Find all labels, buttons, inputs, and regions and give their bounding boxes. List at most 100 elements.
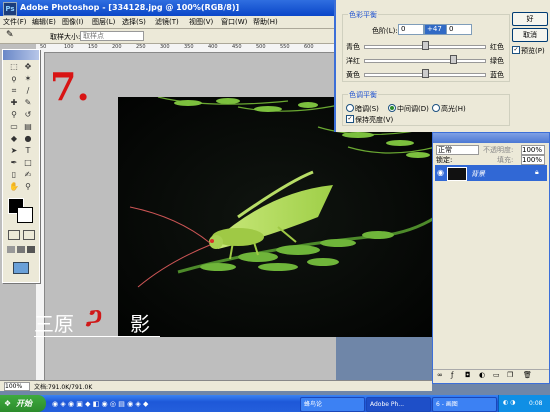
lock-label: 锁定:: [436, 156, 453, 164]
system-tray: ◐ ◑ 0:08: [498, 395, 550, 412]
background-color-swatch[interactable]: [17, 207, 33, 223]
tone-highlights-radio[interactable]: [432, 104, 440, 112]
visibility-eye-icon[interactable]: ◉: [437, 168, 444, 177]
tone-highlights-label: 高光(H): [441, 105, 466, 113]
opacity-label: 不透明度:: [483, 146, 514, 154]
marquee-tool-icon[interactable]: ⬚: [9, 62, 19, 72]
slice-tool-icon[interactable]: ∕: [23, 86, 33, 96]
watermark-text-left: 三原: [34, 312, 74, 336]
ok-button[interactable]: 好: [512, 12, 548, 26]
start-button[interactable]: ❖ 开始: [0, 395, 46, 412]
quicklaunch-icons[interactable]: ◉ ◈ ◉ ▣ ◆ ◧ ◉ ◎ ▤ ◉ ◈ ◆: [52, 400, 148, 408]
fill-input[interactable]: 100%: [521, 155, 545, 165]
pen-tool-icon[interactable]: ✒: [9, 158, 19, 168]
dodge-tool-icon[interactable]: ●: [23, 134, 33, 144]
preserve-luminosity-checkbox[interactable]: ✓: [346, 115, 354, 123]
jump-to-imageready-icon[interactable]: [13, 262, 29, 274]
crop-tool-icon[interactable]: ⌗: [9, 86, 19, 96]
new-layer-icon[interactable]: ❐: [507, 371, 513, 379]
standard-mode-icon[interactable]: [8, 230, 20, 240]
color-balance-dialog: 色彩平衡 色阶(L): 0 +47 0 青色 红色 洋红 绿色 黄色 蓝色 色调…: [334, 0, 550, 132]
level-cyan-red-input[interactable]: 0: [398, 24, 424, 35]
cancel-button[interactable]: 取消: [512, 28, 548, 42]
photoshop-app-icon: Ps: [3, 2, 17, 16]
sample-size-select[interactable]: 取样点: [80, 31, 144, 41]
lasso-tool-icon[interactable]: ϙ: [9, 74, 19, 84]
levels-label: 色阶(L):: [372, 27, 398, 35]
tone-shadows-radio[interactable]: [346, 104, 354, 112]
zoom-level[interactable]: 100%: [4, 382, 30, 391]
watermark-logo: 三原 ጋ 影: [34, 302, 164, 337]
preview-label: 预览(P): [521, 47, 545, 55]
tray-icons[interactable]: ◐ ◑: [503, 399, 515, 406]
slider-red-label: 红色: [490, 43, 504, 51]
yellow-blue-slider-thumb[interactable]: [422, 69, 429, 78]
zoom-tool-icon[interactable]: ⚲: [23, 182, 33, 192]
ruler-tick: 250: [136, 44, 146, 50]
clone-stamp-icon[interactable]: ⚲: [9, 110, 19, 120]
layers-panel: 正常 不透明度: 100% 锁定: 填充: 100% ◉ 背景 🔒︎ ∞ ƒ ◘…: [432, 132, 550, 384]
screen-mode-full-icon[interactable]: [27, 246, 35, 253]
shape-tool-icon[interactable]: □: [23, 158, 33, 168]
preview-checkbox[interactable]: ✓: [512, 46, 520, 54]
task-paint[interactable]: 6 - 画图: [432, 397, 497, 412]
blend-mode-select[interactable]: 正常: [436, 145, 479, 155]
layers-panel-tabs[interactable]: [433, 133, 549, 143]
link-layers-icon[interactable]: ∞: [437, 371, 443, 379]
eyedropper-tool-icon[interactable]: ✍: [23, 170, 33, 180]
slider-magenta-label: 洋红: [346, 57, 360, 65]
magenta-green-slider-thumb[interactable]: [450, 55, 457, 64]
menu-layer[interactable]: 图层(L): [92, 17, 115, 27]
eyedropper-icon[interactable]: ✎: [6, 30, 14, 40]
menu-image[interactable]: 图像(I): [62, 17, 84, 27]
move-tool-icon[interactable]: ✥: [23, 62, 33, 72]
watermark-text-right: 影: [130, 312, 150, 336]
trash-icon[interactable]: 🗑︎: [523, 371, 532, 379]
ruler-tick: 500: [256, 44, 266, 50]
opacity-input[interactable]: 100%: [521, 145, 545, 155]
tone-midtones-radio[interactable]: [388, 104, 396, 112]
menu-bar: 文件(F) 编辑(E) 图像(I) 图层(L) 选择(S) 滤镜(T) 视图(V…: [0, 16, 336, 29]
adjustment-layer-icon[interactable]: ◐: [479, 371, 485, 379]
cyan-red-slider-thumb[interactable]: [422, 41, 429, 50]
task-fengniao[interactable]: 蜂鸟论: [300, 397, 365, 412]
menu-select[interactable]: 选择(S): [122, 17, 146, 27]
quick-mask-mode-icon[interactable]: [23, 230, 35, 240]
level-yellow-blue-input[interactable]: 0: [446, 24, 472, 35]
eraser-tool-icon[interactable]: ▭: [9, 122, 19, 132]
layer-row-background[interactable]: ◉ 背景 🔒︎: [435, 165, 547, 181]
menu-view[interactable]: 视图(V): [189, 17, 213, 27]
toolbox-header[interactable]: [3, 50, 39, 60]
slider-cyan-label: 青色: [346, 43, 360, 51]
layer-style-icon[interactable]: ƒ: [451, 371, 453, 379]
screen-mode-full-menu-icon[interactable]: [17, 246, 25, 253]
menu-filter[interactable]: 滤镜(T): [155, 17, 179, 27]
healing-brush-icon[interactable]: ✚: [9, 98, 19, 108]
menu-file[interactable]: 文件(F): [3, 17, 27, 27]
notes-tool-icon[interactable]: ▯: [9, 170, 19, 180]
task-photoshop[interactable]: Adobe Ph...: [366, 397, 431, 412]
menu-window[interactable]: 窗口(W): [221, 17, 247, 27]
photo-canvas[interactable]: [118, 97, 436, 337]
blur-tool-icon[interactable]: ◆: [9, 134, 19, 144]
color-balance-group-title: 色彩平衡: [348, 10, 378, 20]
layers-footer: ∞ ƒ ◘ ◐ ▭ ❐ 🗑︎: [433, 369, 549, 382]
magenta-green-slider[interactable]: [364, 59, 486, 63]
step-number-label: 7.: [50, 64, 90, 109]
hand-tool-icon[interactable]: ✋: [9, 182, 19, 192]
ruler-tick: 350: [184, 44, 194, 50]
screen-mode-standard-icon[interactable]: [7, 246, 15, 253]
type-tool-icon[interactable]: T: [23, 146, 33, 156]
gradient-tool-icon[interactable]: ▤: [23, 122, 33, 132]
level-magenta-green-input[interactable]: +47: [424, 24, 448, 35]
sample-size-label: 取样大小:: [50, 33, 81, 41]
magic-wand-icon[interactable]: ✶: [23, 74, 33, 84]
menu-edit[interactable]: 编辑(E): [32, 17, 56, 27]
add-mask-icon[interactable]: ◘: [465, 371, 471, 379]
history-brush-icon[interactable]: ↺: [23, 110, 33, 120]
menu-help[interactable]: 帮助(H): [253, 17, 278, 27]
ruler-tick: 150: [88, 44, 98, 50]
new-group-icon[interactable]: ▭: [493, 371, 500, 379]
brush-tool-icon[interactable]: ✎: [23, 98, 33, 108]
path-select-icon[interactable]: ➤: [9, 146, 19, 156]
